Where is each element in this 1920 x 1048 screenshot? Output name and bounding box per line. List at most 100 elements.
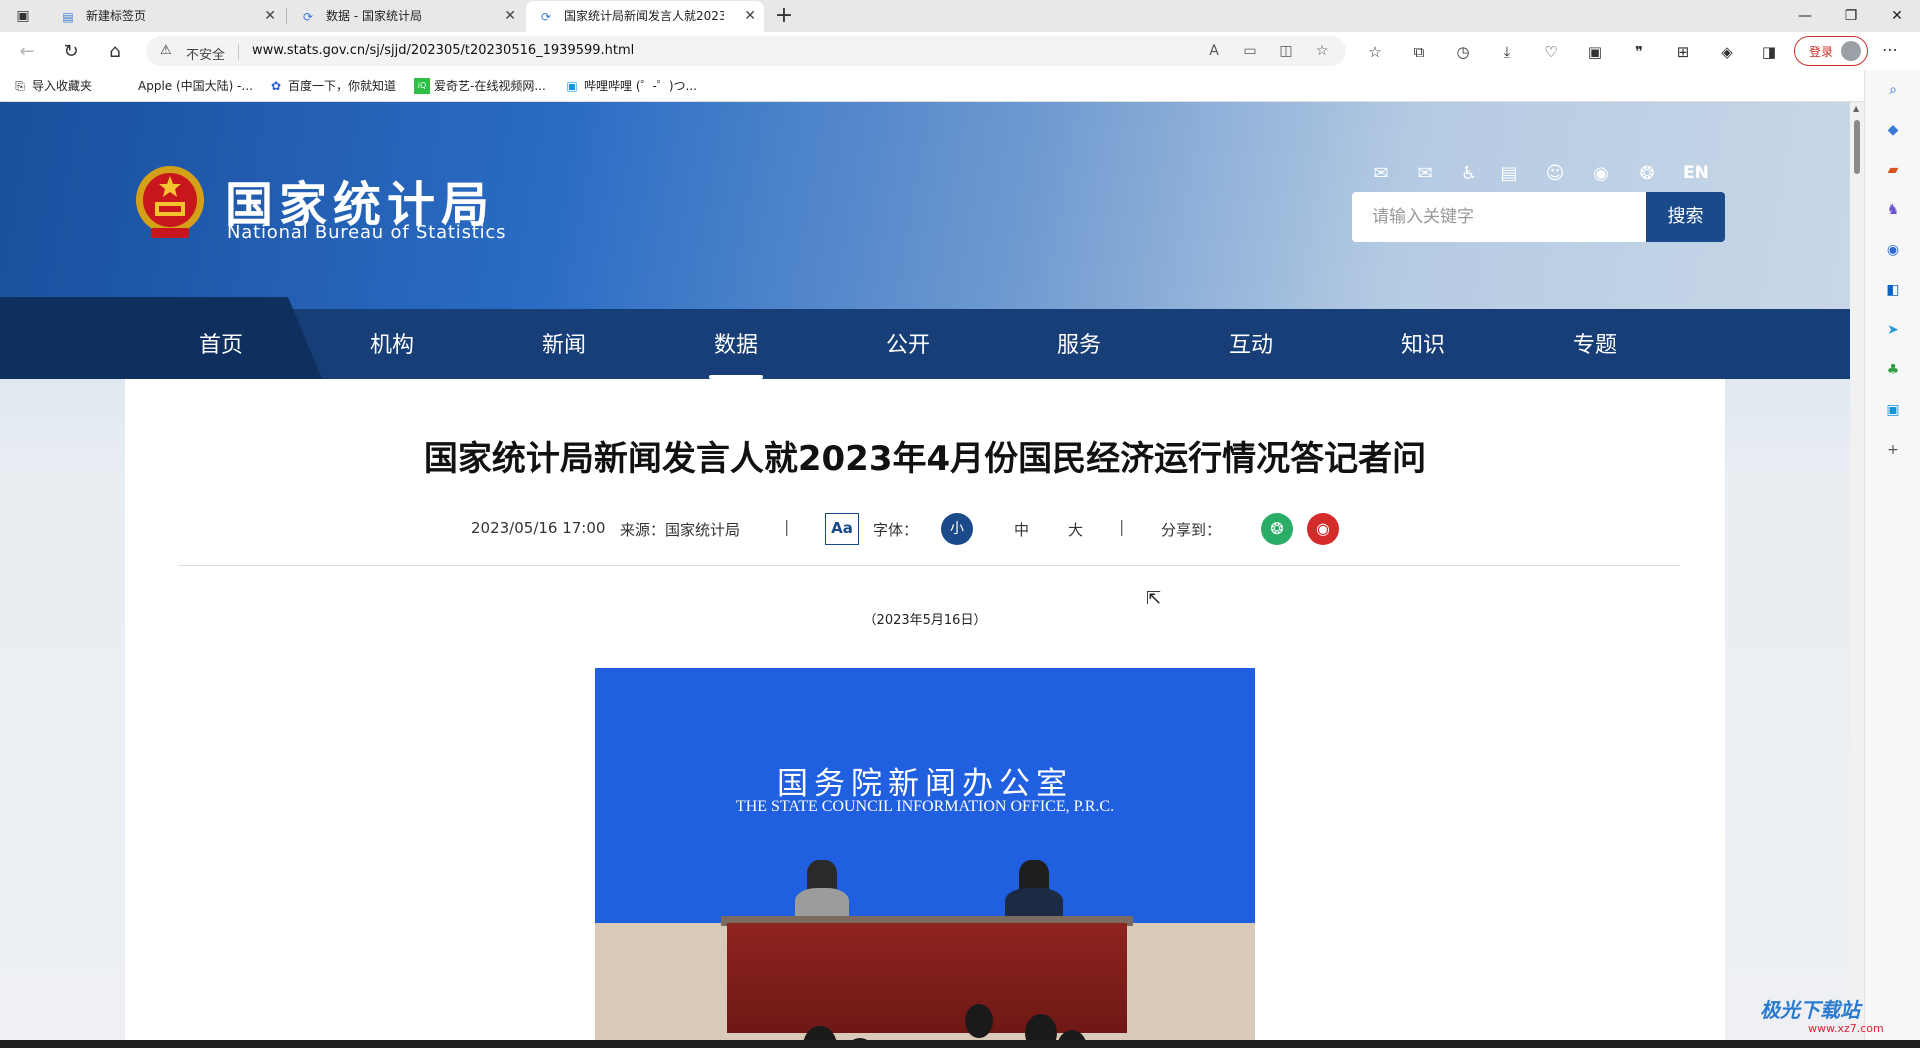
- apple-icon: [118, 78, 134, 94]
- url-text[interactable]: www.stats.gov.cn/sj/sjjd/202305/t2023051…: [252, 43, 634, 58]
- tab-close-icon[interactable]: ✕: [744, 1, 756, 32]
- restore-button[interactable]: ❐: [1828, 0, 1874, 32]
- article-source: 来源：国家统计局: [620, 521, 741, 539]
- login-button[interactable]: 登录: [1794, 36, 1868, 66]
- tab-close-icon[interactable]: ✕: [504, 1, 516, 32]
- page-scrollbar[interactable]: ▲: [1850, 102, 1864, 1040]
- search-input[interactable]: [1352, 192, 1646, 242]
- tree-icon[interactable]: ♣: [1883, 360, 1903, 380]
- robot-icon[interactable]: ☺: [1542, 161, 1568, 187]
- immersive-reader-icon[interactable]: ▭: [1240, 41, 1260, 61]
- font-size-toggle[interactable]: Aa: [825, 513, 859, 545]
- weibo-icon[interactable]: ◉: [1588, 161, 1614, 187]
- bilibili-sidebar-icon[interactable]: ▣: [1883, 400, 1903, 420]
- add-favorite-icon[interactable]: ☆: [1312, 41, 1332, 61]
- apps-icon[interactable]: ⊞: [1672, 41, 1694, 63]
- downloads-icon[interactable]: ⤓: [1496, 41, 1518, 63]
- home-icon[interactable]: ⌂: [102, 39, 128, 65]
- app-icon[interactable]: ▤: [1496, 161, 1522, 187]
- nav-item-home[interactable]: 首页: [161, 327, 281, 359]
- avatar: [1841, 41, 1861, 61]
- performance-icon[interactable]: ♡: [1540, 41, 1562, 63]
- nav-item-knowledge[interactable]: 知识: [1363, 327, 1483, 359]
- more-options-icon[interactable]: ⋯: [1882, 40, 1898, 59]
- mail-subscribe-icon[interactable]: ✉: [1412, 161, 1438, 187]
- favorites-bar: ⎘ 导入收藏夹 Apple (中国大陆) -... ✿ 百度一下，你就知道 iQ…: [0, 70, 1920, 102]
- bilibili-icon: ▣: [566, 79, 578, 93]
- tab-actions-icon[interactable]: ▣: [12, 6, 34, 26]
- favorite-import[interactable]: ⎘ 导入收藏夹: [12, 76, 92, 96]
- nav-item-organization[interactable]: 机构: [332, 327, 452, 359]
- nav-item-news[interactable]: 新闻: [504, 327, 624, 359]
- favorite-baidu[interactable]: ✿ 百度一下，你就知道: [268, 76, 396, 96]
- tab-new-tab-page[interactable]: ▤ 新建标签页 ✕: [48, 1, 284, 32]
- search-icon[interactable]: ⌕: [1883, 80, 1903, 100]
- wechat-icon[interactable]: ❂: [1634, 161, 1660, 187]
- favorite-label: 爱奇艺-在线视频网...: [434, 79, 546, 93]
- add-sidebar-app-icon[interactable]: +: [1883, 440, 1903, 460]
- new-tab-button[interactable]: +: [770, 2, 798, 30]
- article-container: 国家统计局新闻发言人就2023年4月份国民经济运行情况答记者问 2023/05/…: [125, 379, 1725, 1040]
- browser-essentials-icon[interactable]: ◈: [1716, 41, 1738, 63]
- security-label[interactable]: 不安全: [186, 44, 225, 63]
- scroll-up-arrow-icon[interactable]: ▲: [1853, 104, 1859, 113]
- mail-icon[interactable]: ✉: [1368, 161, 1394, 187]
- collections-icon[interactable]: ⧉: [1408, 41, 1430, 63]
- url-separator: [238, 44, 239, 60]
- tab-article[interactable]: ⟳ 国家统计局新闻发言人就2023年 ✕: [526, 1, 764, 32]
- tools-icon[interactable]: ▰: [1883, 160, 1903, 180]
- minimize-button[interactable]: —: [1782, 0, 1828, 32]
- copilot-icon[interactable]: ◉: [1883, 240, 1903, 260]
- close-window-button[interactable]: ✕: [1874, 0, 1920, 32]
- refresh-icon[interactable]: ↻: [58, 39, 84, 65]
- tab-bar: ▣ ▤ 新建标签页 ✕ ⟳ 数据 - 国家统计局 ✕ ⟳ 国家统计局新闻发言人就…: [0, 0, 1920, 32]
- nav-item-service[interactable]: 服务: [1019, 327, 1139, 359]
- baidu-icon: ✿: [270, 79, 282, 93]
- search-button[interactable]: 搜索: [1646, 192, 1725, 242]
- iqiyi-icon: iQ: [414, 78, 430, 94]
- share-wechat-icon[interactable]: ❂: [1261, 513, 1293, 545]
- read-aloud-icon[interactable]: A: [1204, 41, 1224, 61]
- tab-stats-data[interactable]: ⟳ 数据 - 国家统计局 ✕: [288, 1, 524, 32]
- warning-triangle-icon[interactable]: ⚠: [160, 43, 172, 58]
- font-size-large-button[interactable]: 大: [1068, 519, 1083, 540]
- favorite-label: 导入收藏夹: [32, 79, 93, 93]
- favorite-label: 百度一下，你就知道: [288, 79, 397, 93]
- share-weibo-icon[interactable]: ◉: [1307, 513, 1339, 545]
- site-logo-subtitle[interactable]: National Bureau of Statistics: [227, 222, 506, 243]
- scrollbar-thumb[interactable]: [1854, 120, 1860, 174]
- favorite-bilibili[interactable]: ▣ 哔哩哔哩 (゜-゜)つ...: [564, 76, 697, 96]
- sidebar-toggle-icon[interactable]: ◨: [1758, 41, 1780, 63]
- nav-item-topics[interactable]: 专题: [1535, 327, 1655, 359]
- photo-desk: [727, 923, 1127, 1033]
- tab-close-icon[interactable]: ✕: [264, 1, 276, 32]
- font-size-medium-button[interactable]: 中: [1014, 519, 1029, 540]
- send-icon[interactable]: ➤: [1883, 320, 1903, 340]
- back-arrow-icon[interactable]: ←: [14, 39, 40, 65]
- press-conference-photo: 国务院新闻办公室 THE STATE COUNCIL INFORMATION O…: [595, 668, 1255, 1040]
- favorite-label: Apple (中国大陆) -...: [138, 79, 253, 93]
- favorite-apple[interactable]: Apple (中国大陆) -...: [118, 76, 253, 96]
- font-size-small-button[interactable]: 小: [941, 513, 973, 545]
- nav-item-public[interactable]: 公开: [848, 327, 968, 359]
- watermark-url: www.xz7.com: [1808, 1022, 1884, 1035]
- nav-item-interaction[interactable]: 互动: [1191, 327, 1311, 359]
- tab-separator: [286, 8, 287, 24]
- quote-icon[interactable]: ❞: [1628, 41, 1650, 63]
- extension-icon[interactable]: ▣: [1584, 41, 1606, 63]
- nav-item-data[interactable]: 数据: [676, 327, 796, 359]
- import-favorites-icon: ⎘: [15, 79, 25, 93]
- accessibility-icon[interactable]: ♿: [1456, 161, 1482, 187]
- english-link[interactable]: EN: [1683, 163, 1709, 183]
- favorite-iqiyi[interactable]: iQ 爱奇艺-在线视频网...: [414, 76, 546, 96]
- favorites-icon[interactable]: ☆: [1364, 41, 1386, 63]
- address-field[interactable]: ⚠ 不安全 www.stats.gov.cn/sj/sjjd/202305/t2…: [146, 36, 1346, 66]
- games-icon[interactable]: ♞: [1883, 200, 1903, 220]
- outlook-icon[interactable]: ◧: [1883, 280, 1903, 300]
- font-label: 字体：: [873, 521, 919, 539]
- photo-backdrop-cn: 国务院新闻办公室: [777, 766, 1073, 802]
- shopping-tag-icon[interactable]: ◆: [1883, 120, 1903, 140]
- history-icon[interactable]: ◷: [1452, 41, 1474, 63]
- main-nav: 首页 机构 新闻 数据 公开 服务 互动 知识 专题: [0, 297, 1850, 379]
- split-screen-icon[interactable]: ◫: [1276, 41, 1296, 61]
